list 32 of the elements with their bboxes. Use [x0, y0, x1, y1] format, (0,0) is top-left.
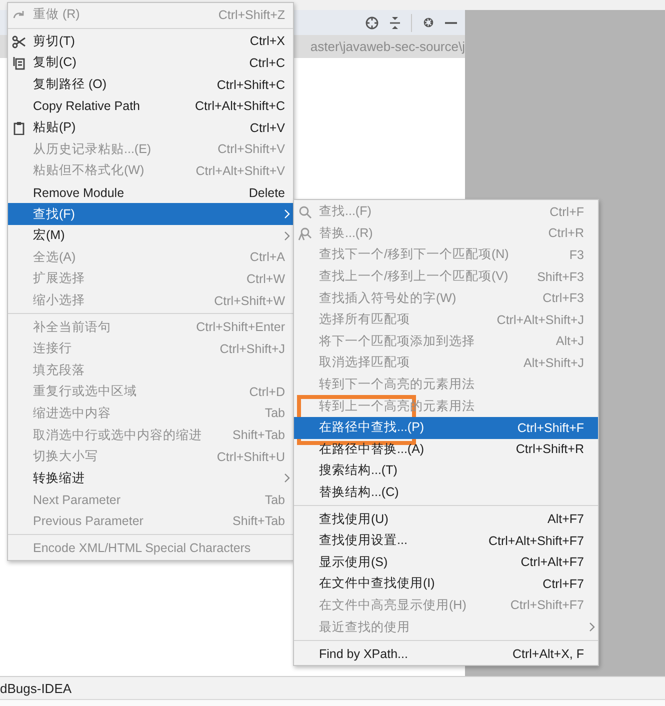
replace-icon [298, 226, 312, 241]
menu-item[interactable]: 复制(C) Ctrl+C [8, 52, 293, 74]
menu-item[interactable]: 查找使用(U) Alt+F7 [294, 508, 598, 530]
menu-item[interactable]: 复制路径 (O) Ctrl+Shift+C [8, 74, 293, 96]
menu-item[interactable]: 替换结构...(C) [294, 482, 598, 504]
copy-icon [12, 56, 26, 70]
menu-item[interactable]: 剪切(T) Ctrl+X [8, 30, 293, 52]
menu-item[interactable]: 粘贴(P) Ctrl+V [8, 116, 293, 139]
chevron-icon [284, 209, 290, 220]
search-icon [298, 205, 312, 219]
menu-item[interactable]: Copy Relative Path Ctrl+Alt+Shift+C [8, 95, 293, 117]
menu-item[interactable]: 在路径中替换...(A) Ctrl+Shift+R [294, 438, 598, 460]
menu-item[interactable]: 在路径中查找...(P) Ctrl+Shift+F [294, 416, 598, 439]
menu-item[interactable]: 查找使用设置... Ctrl+Alt+Shift+F7 [294, 530, 598, 552]
menu-item[interactable]: Find by XPath... Ctrl+Alt+X, F [294, 642, 598, 664]
chevron-icon [589, 622, 595, 632]
menu-item[interactable]: 转换缩进 [8, 467, 293, 490]
crosshair-icon[interactable] [365, 16, 379, 30]
panel-title: dBugs-IDEA [0, 680, 72, 696]
scissors-icon [12, 34, 26, 49]
menu-item[interactable]: 查找(F) [8, 203, 293, 225]
menu-item[interactable]: 宏(M) [8, 224, 293, 247]
clipboard-icon [12, 120, 26, 135]
menu-item[interactable]: 显示使用(S) Ctrl+Alt+F7 [294, 552, 598, 574]
collapse-icon[interactable] [389, 16, 401, 30]
menu-item[interactable]: 搜索结构...(T) [294, 460, 598, 482]
menu-item[interactable]: Remove Module Delete [8, 182, 293, 204]
gear-icon[interactable] [422, 16, 435, 29]
chevron-icon [284, 230, 290, 241]
menu-item[interactable]: 在文件中查找使用(I) Ctrl+F7 [294, 573, 598, 595]
chevron-icon [284, 473, 290, 484]
path-text: aster\javaweb-sec-source\j [310, 39, 465, 54]
